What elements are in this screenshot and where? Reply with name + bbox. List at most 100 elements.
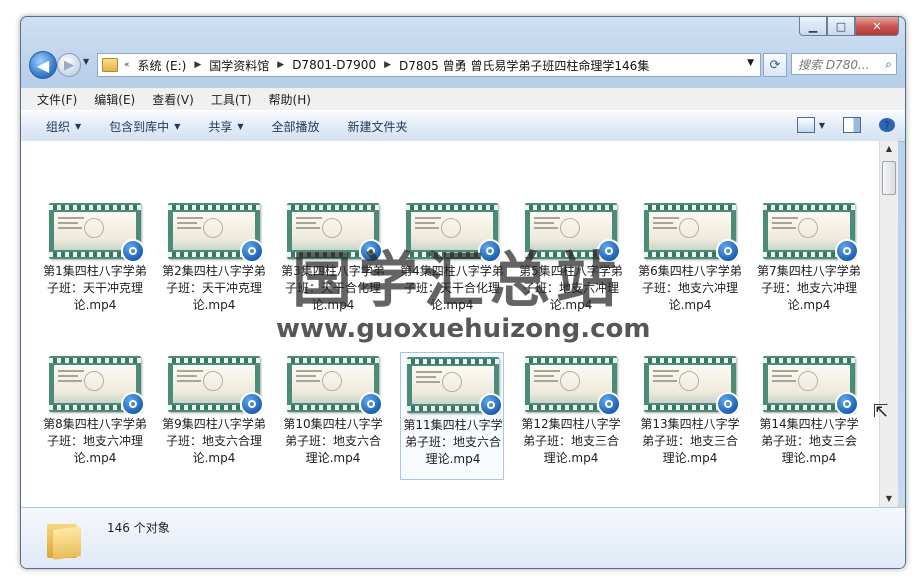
play-all-button[interactable]: 全部播放 <box>272 118 320 135</box>
explorer-window: ▁ □ ✕ ◀ ▶ ▼ « 系统 (E:) ▶ 国学资料馆 ▶ D7801-D7… <box>20 16 906 569</box>
organize-button[interactable]: 组织 ▼ <box>46 118 81 135</box>
file-item[interactable]: 第3集四柱八字学弟子班：天干合化理论.mp4 <box>281 199 385 327</box>
file-item[interactable]: 第6集四柱八字学弟子班：地支六冲理论.mp4 <box>638 199 742 327</box>
play-all-label: 全部播放 <box>271 119 320 134</box>
chevron-down-icon: ▼ <box>75 121 82 131</box>
menu-bar: 文件(F) 编辑(E) 查看(V) 工具(T) 帮助(H) <box>21 87 905 110</box>
media-player-icon <box>835 392 859 416</box>
file-item[interactable]: 第9集四柱八字学弟子班：地支六合理论.mp4 <box>162 352 266 480</box>
media-player-icon <box>121 239 145 263</box>
media-player-icon <box>835 239 859 263</box>
search-placeholder: 搜索 D780... <box>798 57 870 72</box>
file-item[interactable]: 第2集四柱八字学弟子班：天干冲克理论.mp4 <box>162 199 266 327</box>
media-player-icon <box>121 392 145 416</box>
chevron-down-icon: ▼ <box>174 121 181 131</box>
menu-file[interactable]: 文件(F) <box>37 91 77 108</box>
media-player-icon <box>240 392 264 416</box>
breadcrumb: « 系统 (E:) ▶ 国学资料馆 ▶ D7801-D7900 ▶ D7805 … <box>122 57 649 74</box>
breadcrumb-separator-icon[interactable]: ▶ <box>384 60 391 70</box>
search-input[interactable]: 搜索 D780... ⌕ <box>791 53 897 75</box>
new-folder-button[interactable]: 新建文件夹 <box>348 118 408 135</box>
breadcrumb-current[interactable]: D7805 曾勇 曾氏易学弟子班四柱命理学146集 <box>399 57 649 74</box>
item-count: 146 个对象 <box>107 521 170 535</box>
media-player-icon <box>359 392 383 416</box>
media-player-icon <box>240 239 264 263</box>
maximize-button[interactable]: □ <box>827 17 855 36</box>
organize-label: 组织 <box>46 119 71 134</box>
close-button[interactable]: ✕ <box>855 17 899 36</box>
breadcrumb-library[interactable]: 国学资料馆 <box>209 57 269 74</box>
address-bar[interactable]: « 系统 (E:) ▶ 国学资料馆 ▶ D7801-D7900 ▶ D7805 … <box>97 53 761 77</box>
media-player-icon <box>359 239 383 263</box>
refresh-button[interactable]: ⟳ <box>763 53 787 77</box>
file-name: 第9集四柱八字学弟子班：地支六合理论.mp4 <box>162 417 266 465</box>
folder-icon <box>47 520 81 560</box>
file-item[interactable]: 第10集四柱八字学弟子班：地支六合理论.mp4 <box>281 352 385 480</box>
file-name: 第13集四柱八字学弟子班：地支三合理论.mp4 <box>640 417 740 465</box>
media-player-icon <box>478 239 502 263</box>
help-icon[interactable]: ? <box>879 118 895 132</box>
file-name: 第2集四柱八字学弟子班：天干冲克理论.mp4 <box>162 264 266 312</box>
file-name: 第11集四柱八字学弟子班：地支六合理论.mp4 <box>403 418 503 466</box>
file-item[interactable]: 第7集四柱八字学弟子班：地支六冲理论.mp4 <box>757 199 861 327</box>
file-name: 第4集四柱八字学弟子班：天干合化理论.mp4 <box>400 264 504 312</box>
file-name: 第8集四柱八字学弟子班：地支六冲理论.mp4 <box>43 417 147 465</box>
file-item[interactable]: 第8集四柱八字学弟子班：地支六冲理论.mp4 <box>43 352 147 480</box>
media-player-icon <box>597 392 621 416</box>
details-pane: 146 个对象 <box>21 507 905 568</box>
breadcrumb-range[interactable]: D7801-D7900 <box>292 58 376 72</box>
file-name: 第10集四柱八字学弟子班：地支六合理论.mp4 <box>283 417 383 465</box>
minimize-button[interactable]: ▁ <box>799 17 827 36</box>
file-list: 第1集四柱八字学弟子班：天干冲克理论.mp4 第2集四柱八字学弟子班：天干冲克理论… <box>21 141 879 507</box>
include-library-button[interactable]: 包含到库中 ▼ <box>109 118 180 135</box>
command-bar: 组织 ▼ 包含到库中 ▼ 共享 ▼ 全部播放 新建文件夹 ▼ ? <box>21 110 905 142</box>
recent-pages-dropdown[interactable]: ▼ <box>83 57 89 66</box>
menu-tools[interactable]: 工具(T) <box>211 91 252 108</box>
file-item[interactable]: 第13集四柱八字学弟子班：地支三合理论.mp4 <box>638 352 742 480</box>
breadcrumb-separator-icon[interactable]: ▶ <box>194 60 201 70</box>
file-name: 第3集四柱八字学弟子班：天干合化理论.mp4 <box>281 264 385 312</box>
file-name: 第1集四柱八字学弟子班：天干冲克理论.mp4 <box>43 264 147 312</box>
breadcrumb-separator-icon[interactable]: ▶ <box>277 60 284 70</box>
navigation-bar: ◀ ▶ ▼ « 系统 (E:) ▶ 国学资料馆 ▶ D7801-D7900 ▶ … <box>27 49 899 81</box>
media-player-icon <box>597 239 621 263</box>
file-name: 第7集四柱八字学弟子班：地支六冲理论.mp4 <box>757 264 861 312</box>
scroll-down-icon[interactable]: ▼ <box>880 491 898 507</box>
media-player-icon <box>479 393 503 417</box>
file-name: 第6集四柱八字学弟子班：地支六冲理论.mp4 <box>638 264 742 312</box>
file-item[interactable]: 第1集四柱八字学弟子班：天干冲克理论.mp4 <box>43 199 147 327</box>
preview-pane-icon[interactable] <box>843 117 861 133</box>
change-view-icon[interactable] <box>796 117 815 133</box>
menu-edit[interactable]: 编辑(E) <box>94 91 135 108</box>
include-library-label: 包含到库中 <box>109 119 170 134</box>
breadcrumb-overflow[interactable]: « <box>124 60 130 70</box>
file-item[interactable]: 第4集四柱八字学弟子班：天干合化理论.mp4 <box>400 199 504 327</box>
file-name: 第12集四柱八字学弟子班：地支三合理论.mp4 <box>521 417 621 465</box>
search-icon[interactable]: ⌕ <box>885 57 892 72</box>
new-folder-label: 新建文件夹 <box>347 119 408 134</box>
vertical-scrollbar[interactable]: ▲ ▼ <box>879 141 898 507</box>
view-controls: ▼ ? <box>779 117 895 133</box>
file-item[interactable]: 第12集四柱八字学弟子班：地支三合理论.mp4 <box>519 352 623 480</box>
address-dropdown-icon[interactable]: ▼ <box>747 58 754 68</box>
mouse-cursor-icon: ⇱ <box>873 401 889 422</box>
menu-help[interactable]: 帮助(H) <box>269 91 311 108</box>
forward-button[interactable]: ▶ <box>57 53 81 77</box>
share-label: 共享 <box>208 119 233 134</box>
view-dropdown-icon[interactable]: ▼ <box>819 121 825 130</box>
chevron-down-icon: ▼ <box>237 121 244 131</box>
file-name: 第14集四柱八字学弟子班：地支三会理论.mp4 <box>759 417 859 465</box>
window-controls: ▁ □ ✕ <box>799 17 899 36</box>
media-player-icon <box>716 392 740 416</box>
menu-view[interactable]: 查看(V) <box>152 91 194 108</box>
scroll-thumb[interactable] <box>882 161 896 195</box>
file-name: 第5集四柱八字学弟子班：地支六冲理论.mp4 <box>519 264 623 312</box>
back-button[interactable]: ◀ <box>29 51 57 79</box>
breadcrumb-drive[interactable]: 系统 (E:) <box>138 57 187 74</box>
media-player-icon <box>716 239 740 263</box>
share-button[interactable]: 共享 ▼ <box>208 118 243 135</box>
file-item[interactable]: 第11集四柱八字学弟子班：地支六合理论.mp4 <box>400 352 504 480</box>
file-item[interactable]: 第14集四柱八字学弟子班：地支三会理论.mp4 <box>757 352 861 480</box>
file-item[interactable]: 第5集四柱八字学弟子班：地支六冲理论.mp4 <box>519 199 623 327</box>
scroll-up-icon[interactable]: ▲ <box>880 141 898 157</box>
